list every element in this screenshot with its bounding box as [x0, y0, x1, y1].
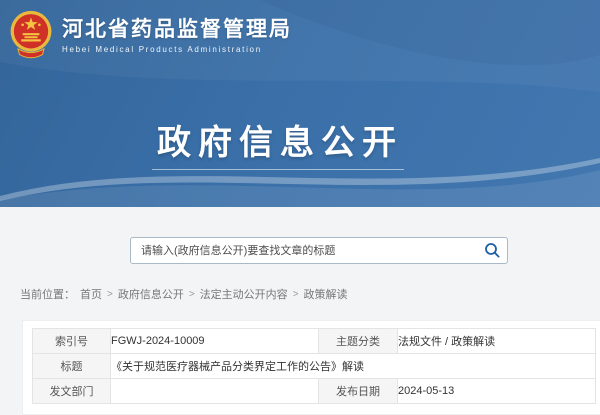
search-icon — [484, 242, 501, 259]
site-logo-link[interactable]: 河北省药品监督管理局 Hebei Medical Products Admini… — [8, 9, 292, 61]
document-info-table: 索引号 FGWJ-2024-10009 主题分类 法规文件 / 政策解读 标题 … — [32, 328, 596, 404]
org-name-cn: 河北省药品监督管理局 — [62, 18, 292, 42]
org-name-en: Hebei Medical Products Administration — [62, 45, 292, 54]
table-row: 标题 《关于规范医疗器械产品分类界定工作的公告》解读 — [33, 354, 596, 379]
page-header-banner: 河北省药品监督管理局 Hebei Medical Products Admini… — [0, 0, 600, 207]
breadcrumb: 当前位置： 首页 > 政府信息公开 > 法定主动公开内容 > 政策解读 — [20, 286, 348, 302]
field-label-index-number: 索引号 — [33, 329, 111, 354]
search-input[interactable] — [131, 238, 477, 263]
national-emblem-icon — [8, 9, 54, 61]
breadcrumb-separator: > — [189, 289, 195, 300]
table-row: 索引号 FGWJ-2024-10009 主题分类 法规文件 / 政策解读 — [33, 329, 596, 354]
breadcrumb-label: 当前位置： — [20, 286, 75, 302]
breadcrumb-statutory-disclosure[interactable]: 法定主动公开内容 — [200, 286, 288, 302]
breadcrumb-home[interactable]: 首页 — [80, 286, 102, 302]
breadcrumb-policy-interpretation[interactable]: 政策解读 — [304, 286, 348, 302]
title-underline — [152, 169, 404, 170]
field-label-title: 标题 — [33, 354, 111, 379]
document-detail-card: 索引号 FGWJ-2024-10009 主题分类 法规文件 / 政策解读 标题 … — [22, 320, 600, 415]
breadcrumb-separator: > — [107, 289, 113, 300]
field-value-title: 《关于规范医疗器械产品分类界定工作的公告》解读 — [111, 354, 596, 379]
field-value-index-number: FGWJ-2024-10009 — [111, 329, 319, 354]
page-title: 政府信息公开 — [80, 115, 480, 164]
article-search-box — [130, 237, 508, 264]
field-label-topic-category: 主题分类 — [319, 329, 398, 354]
search-button[interactable] — [477, 238, 507, 263]
breadcrumb-gov-info[interactable]: 政府信息公开 — [118, 286, 184, 302]
breadcrumb-separator: > — [293, 289, 299, 300]
site-title-block: 河北省药品监督管理局 Hebei Medical Products Admini… — [62, 18, 292, 54]
field-value-topic-category: 法规文件 / 政策解读 — [398, 329, 596, 354]
